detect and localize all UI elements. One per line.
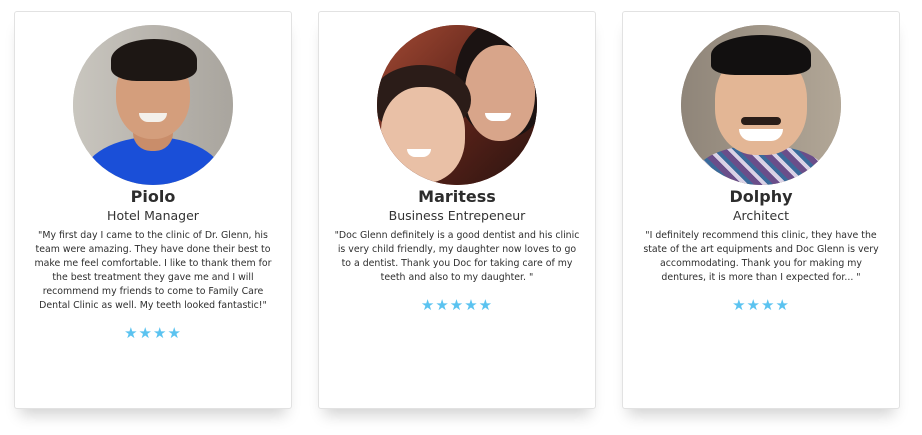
testimonials-section: Piolo Hotel Manager "My first day I came… <box>0 0 922 435</box>
avatar <box>377 25 537 185</box>
star-rating: ★★★★ <box>623 297 899 313</box>
star-icon: ★ <box>138 324 153 342</box>
testimonial-name: Dolphy <box>729 187 793 206</box>
star-icon: ★ <box>449 296 465 314</box>
star-icon: ★ <box>478 296 494 314</box>
avatar <box>73 25 233 185</box>
testimonial-role: Architect <box>732 208 790 223</box>
star-icon: ★ <box>732 296 747 314</box>
star-icon: ★ <box>153 324 168 342</box>
testimonial-name: Maritess <box>418 187 496 206</box>
testimonial-role: Hotel Manager <box>107 208 199 223</box>
testimonial-card: Piolo Hotel Manager "My first day I came… <box>14 11 292 409</box>
star-icon: ★ <box>761 296 776 314</box>
avatar <box>681 25 841 185</box>
star-icon: ★ <box>167 324 182 342</box>
star-rating: ★★★★ <box>15 325 291 341</box>
testimonial-card: Dolphy Architect "I definitely recommend… <box>622 11 900 409</box>
testimonial-quote: "Doc Glenn definitely is a good dentist … <box>334 230 580 283</box>
testimonial-role: Business Entrepeneur <box>388 208 526 223</box>
star-icon: ★ <box>420 296 436 314</box>
star-icon: ★ <box>746 296 761 314</box>
testimonial-quote: "My first day I came to the clinic of Dr… <box>34 230 272 311</box>
testimonial-name: Piolo <box>130 187 176 206</box>
testimonial-card: Maritess Business Entrepeneur "Doc Glenn… <box>318 11 596 409</box>
star-rating: ★★★★★ <box>319 297 595 313</box>
star-icon: ★ <box>124 324 139 342</box>
testimonial-quote: "I definitely recommend this clinic, the… <box>643 230 879 283</box>
star-icon: ★ <box>464 296 479 314</box>
star-icon: ★ <box>775 296 790 314</box>
star-icon: ★ <box>435 296 450 314</box>
